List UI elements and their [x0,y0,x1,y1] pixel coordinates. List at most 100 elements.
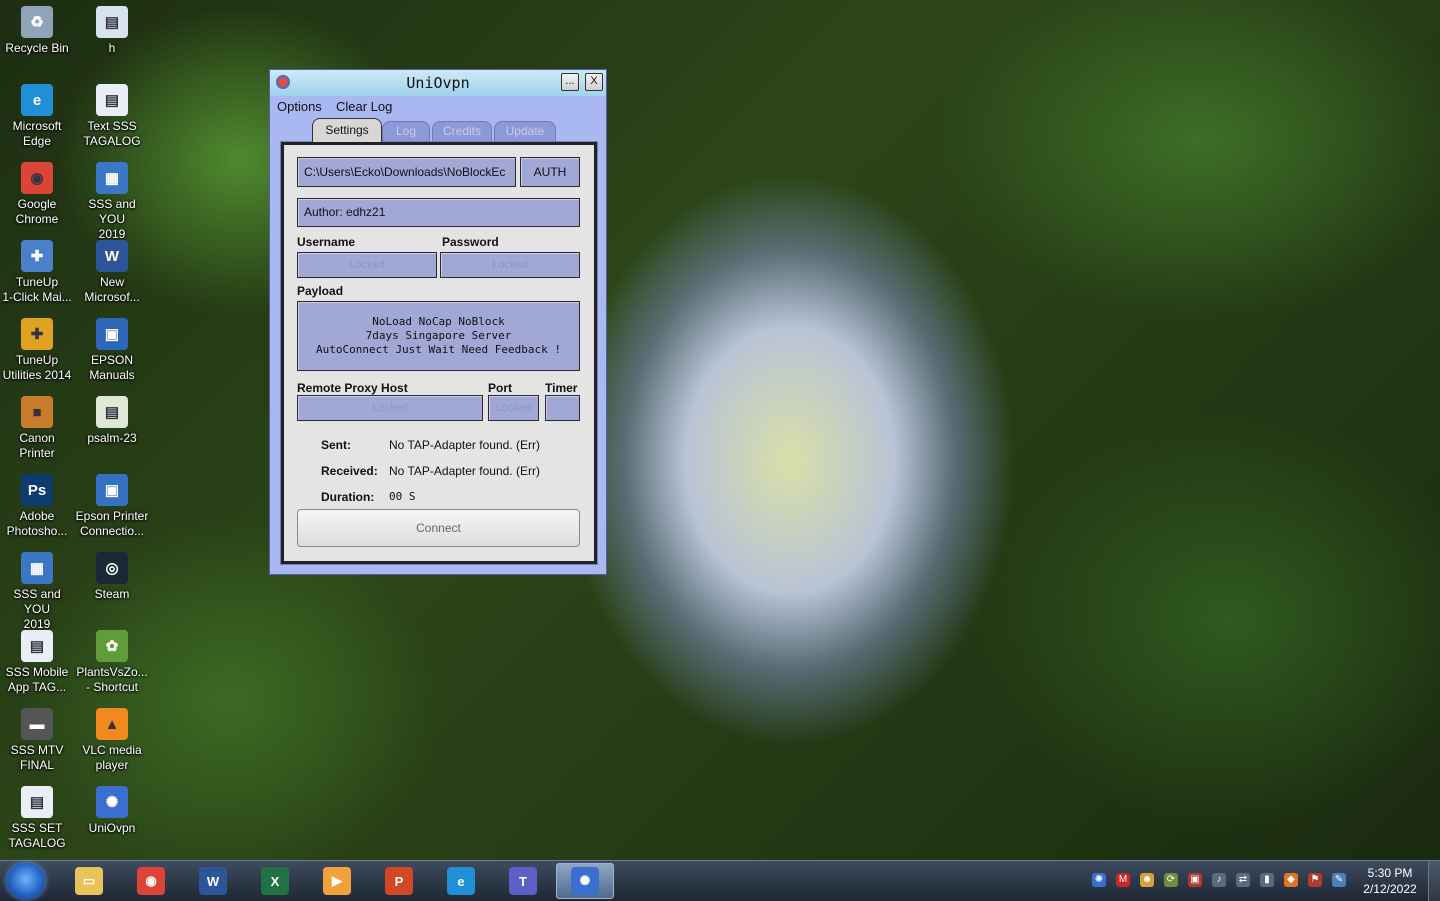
desktop-icon[interactable]: W New Microsof... [75,240,149,305]
desktop-icon-label-line-2: - Shortcut [85,680,139,694]
desktop-icon[interactable]: ✺ UniOvpn [75,786,149,836]
signal-icon[interactable]: ▮ [1260,873,1274,887]
port-input[interactable]: Locked [488,395,539,421]
desktop-icon[interactable]: ▦ SSS and YOU 2019 [75,162,149,242]
title-bar[interactable]: UniOvpn ... X [270,70,606,97]
plants-icon: ✿ [96,630,128,662]
desktop-icon[interactable]: Ps Adobe Photosho... [0,474,74,539]
desktop-icon-label: SSS and YOU [13,587,61,616]
username-input[interactable]: Locked [297,252,437,278]
desktop-icon[interactable]: ◎ Steam [75,552,149,602]
people-icon[interactable]: ☻ [1140,873,1154,887]
received-label: Received: [321,464,378,478]
powerpoint-icon: P [385,867,413,895]
taskbar-app[interactable]: ▶ [308,863,366,899]
desktop-icon[interactable]: ✚ TuneUp 1-Click Mai... [0,240,74,305]
uniovpn-icon: ✺ [96,786,128,818]
desktop-icon-label: psalm-23 [87,431,137,445]
proxy-host-input[interactable]: Locked [297,395,483,421]
desktop-icon-label: Text SSS [87,119,137,133]
clock-date: 2/12/2022 [1363,882,1417,896]
desktop-icon[interactable]: ▣ EPSON Manuals [75,318,149,383]
desktop-icon-label: Google [17,197,57,211]
sync-icon[interactable]: ⟳ [1164,873,1178,887]
desktop-icon-label: Microsoft [12,119,62,133]
antivirus-icon[interactable]: M [1116,873,1130,887]
payload-line-1: NoLoad NoCap NoBlock [372,315,505,328]
hardware-icon[interactable]: ▣ [1188,873,1202,887]
taskbar-app[interactable]: ◉ [122,863,180,899]
desktop-icon-label-line-2: Utilities 2014 [2,368,72,382]
taskbar-app[interactable]: ✺ [556,863,614,899]
connect-button[interactable]: Connect [297,509,580,547]
taskbar-app[interactable]: X [246,863,304,899]
taskbar: ▭ ◉ W X ▶ Pe T ✺ ✺ M ☻ ⟳ ▣ ♪ ⇄ ▮ ◆ ⚑ ✎ 5:30 PM 2/12/2022 [0,860,1440,901]
tools-icon[interactable]: ✎ [1332,873,1346,887]
desktop-icon[interactable]: ✿ PlantsVsZo... - Shortcut [75,630,149,695]
edge-icon: e [447,867,475,895]
settings-panel: C:\Users\Ecko\Downloads\NoBlockEc AUTH A… [280,141,598,565]
auth-button[interactable]: AUTH [520,157,580,187]
desktop-icon[interactable]: ▣ Epson Printer Connectio... [75,474,149,539]
payload-line-3: AutoConnect Just Wait Need Feedback ! [315,343,562,356]
desktop-icon[interactable]: e Microsoft Edge [0,84,74,149]
tab-settings[interactable]: Settings [312,118,382,142]
desktop-icon[interactable]: ▤ h [75,6,149,56]
timer-input[interactable] [545,395,580,421]
minimize-button[interactable]: ... [561,73,579,91]
desktop-icon-label-line-2: TAGALOG [83,134,141,148]
uniovpn-tray-icon[interactable]: ✺ [1092,873,1106,887]
desktop-icon[interactable]: ✚ TuneUp Utilities 2014 [0,318,74,383]
desktop-icon-label-line-2: TAGALOG [8,836,66,850]
password-label: Password [442,235,499,249]
desktop-icon-label: New [99,275,124,289]
start-button[interactable] [7,863,45,899]
taskbar-app[interactable]: ▭ [60,863,118,899]
recycle-bin-icon: ♻ [21,6,53,38]
desktop-icon[interactable]: ▲ VLC media player [75,708,149,773]
vlc-icon: ▲ [96,708,128,740]
desktop-icon[interactable]: ♻ Recycle Bin [0,6,74,56]
password-input[interactable]: Locked [440,252,580,278]
desktop-icon[interactable]: ▤ psalm-23 [75,396,149,446]
desktop-icon[interactable]: ▬ SSS MTV FINAL [0,708,74,773]
network-icon[interactable]: ⇄ [1236,873,1250,887]
desktop-icon[interactable]: ◉ Google Chrome [0,162,74,227]
taskbar-app[interactable]: P [370,863,428,899]
tab-update[interactable]: Update [494,121,556,141]
desktop-icon-label: VLC media [82,743,142,757]
desktop-icon[interactable]: ▦ SSS and YOU 2019 [0,552,74,632]
config-path-field[interactable]: C:\Users\Ecko\Downloads\NoBlockEc [297,157,516,187]
desktop-icon[interactable]: ▤ Text SSS TAGALOG [75,84,149,149]
port-label: Port [488,381,512,395]
tab-credits[interactable]: Credits [432,121,492,141]
menu-clear-log[interactable]: Clear Log [336,99,392,114]
volume-icon[interactable]: ♪ [1212,873,1226,887]
tab-log[interactable]: Log [382,121,430,141]
author-field: Author: edhz21 [297,198,580,227]
desktop-icon[interactable]: ▤ SSS SET TAGALOG [0,786,74,851]
desktop-icon[interactable]: ▤ SSS Mobile App TAG... [0,630,74,695]
clock[interactable]: 5:30 PM 2/12/2022 [1356,865,1424,897]
sent-value: No TAP-Adapter found. (Err) [389,438,540,452]
sent-label: Sent: [321,438,351,452]
action-center-flag-icon[interactable]: ⚑ [1308,873,1322,887]
taskbar-app[interactable]: e [432,863,490,899]
word-icon: W [96,240,128,272]
close-button[interactable]: X [585,73,603,91]
fox-icon[interactable]: ◆ [1284,873,1298,887]
desktop-icon-label: Recycle Bin [5,41,69,55]
desktop-icon-label-line-2: FINAL [19,758,54,772]
taskbar-app[interactable]: W [184,863,242,899]
desktop-icon[interactable]: ■ Canon Printer [0,396,74,461]
taskbar-app[interactable]: T [494,863,552,899]
timer-label: Timer [545,381,578,395]
chrome-icon: ◉ [137,867,165,895]
desktop-icon-label: UniOvpn [88,821,136,835]
desktop-icon-label-line-2: Microsof... [84,290,140,304]
show-desktop-button[interactable] [1428,861,1440,901]
payload-label: Payload [297,284,344,298]
menu-options[interactable]: Options [277,99,322,114]
payload-textarea[interactable]: NoLoad NoCap NoBlock 7days Singapore Ser… [297,301,580,371]
uniovpn-icon: ✺ [571,867,599,895]
